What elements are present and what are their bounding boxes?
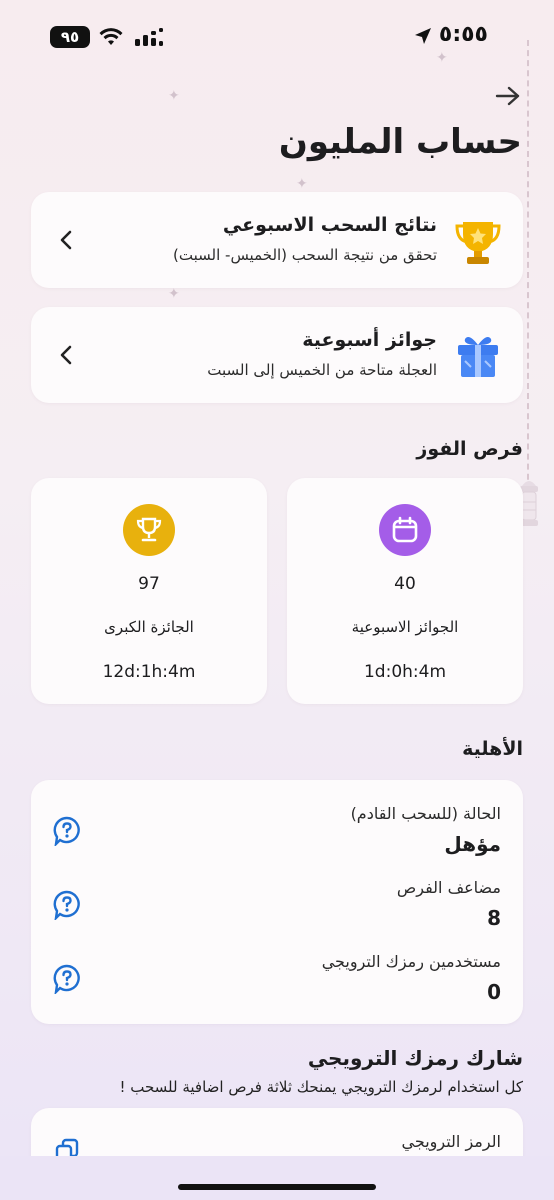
- location-arrow-icon: [415, 28, 431, 44]
- back-arrow-button[interactable]: [494, 84, 522, 108]
- eligibility-label: مستخدمين رمزك الترويجي: [321, 952, 501, 971]
- grand-prize-stat-card: 97 الجائزة الكبرى 12d:1h:4m: [31, 478, 267, 704]
- eligibility-card: الحالة (للسحب القادم) مؤهل مضاعف الفرص 8…: [31, 780, 523, 1024]
- eligibility-section-title: الأهلية: [462, 738, 523, 760]
- trophy-icon: [136, 517, 162, 542]
- sparkle-icon: ✦: [168, 88, 180, 104]
- weekly-prizes-label: الجوائز الاسبوعية: [351, 618, 459, 636]
- home-indicator[interactable]: [178, 1184, 376, 1190]
- weekly-prizes-stat-card: 40 الجوائز الاسبوعية 1d:0h:4m: [287, 478, 523, 704]
- cellular-signal-icon: [135, 28, 163, 46]
- bottom-safe-area: [0, 1156, 554, 1200]
- battery-indicator: ٩٥: [50, 26, 90, 48]
- grand-prize-label: الجائزة الكبرى: [104, 618, 194, 636]
- grand-prize-count: 97: [138, 574, 160, 594]
- decorative-dashed-line: [527, 40, 529, 510]
- chevron-left-icon: [60, 345, 72, 365]
- chances-section-title: فرص الفوز: [416, 438, 523, 460]
- share-section-title: شارك رمزك الترويجي: [307, 1046, 523, 1070]
- help-icon[interactable]: [53, 890, 81, 920]
- eligibility-value: 0: [487, 980, 501, 1004]
- calendar-icon: [392, 516, 418, 543]
- share-section-subtitle: كل استخدام لرمزك الترويجي يمنحك ثلاثة فر…: [119, 1078, 523, 1096]
- eligibility-row-multiplier: مضاعف الفرص 8: [31, 878, 523, 952]
- card-title: نتائج السحب الاسبوعي: [222, 214, 437, 236]
- chevron-left-icon: [60, 230, 72, 250]
- promo-code-label: الرمز الترويجي: [401, 1132, 501, 1151]
- eligibility-value: مؤهل: [444, 832, 501, 856]
- eligibility-row-promo-users: مستخدمين رمزك الترويجي 0: [31, 952, 523, 1026]
- sparkle-icon: ✦: [168, 286, 180, 302]
- eligibility-label: مضاعف الفرص: [396, 878, 501, 897]
- eligibility-value: 8: [487, 906, 501, 930]
- calendar-badge: [379, 504, 431, 556]
- card-subtitle: العجلة متاحة من الخميس إلى السبت: [207, 361, 437, 379]
- card-subtitle: تحقق من نتيجة السحب (الخميس- السبت): [173, 246, 437, 264]
- sparkle-icon: ✦: [436, 50, 448, 66]
- weekly-prizes-countdown: 1d:0h:4m: [363, 662, 447, 682]
- sparkle-icon: ✦: [296, 176, 308, 192]
- clock-time: ٥:٥٥: [438, 22, 488, 47]
- eligibility-label: الحالة (للسحب القادم): [350, 804, 501, 823]
- grand-prize-countdown: 12d:1h:4m: [102, 662, 196, 682]
- trophy-badge: [123, 504, 175, 556]
- help-icon[interactable]: [53, 816, 81, 846]
- gift-icon: [458, 337, 498, 377]
- weekly-prizes-card[interactable]: جوائز أسبوعية العجلة متاحة من الخميس إلى…: [31, 307, 523, 403]
- page-title: حساب المليون: [278, 122, 522, 162]
- weekly-prizes-count: 40: [394, 574, 416, 594]
- eligibility-row-status: الحالة (للسحب القادم) مؤهل: [31, 804, 523, 878]
- card-title: جوائز أسبوعية: [302, 329, 437, 351]
- trophy-icon: [455, 222, 501, 264]
- status-bar: ٩٥ ٥:٥٥: [0, 0, 554, 74]
- help-icon[interactable]: [53, 964, 81, 994]
- wifi-icon: [99, 28, 123, 45]
- weekly-draw-results-card[interactable]: نتائج السحب الاسبوعي تحقق من نتيجة السحب…: [31, 192, 523, 288]
